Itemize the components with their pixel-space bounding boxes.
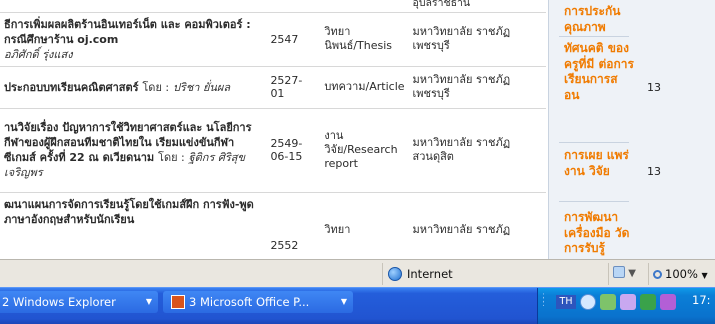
result-author[interactable]: อภิศักดิ์ รุ่งแสง [4, 48, 73, 61]
result-year: 2552 [266, 192, 321, 259]
monitor-icon[interactable] [660, 294, 676, 310]
result-author[interactable]: ปริชา ยั่นผล [173, 81, 230, 94]
powerpoint-icon [171, 295, 185, 309]
globe-icon [388, 267, 402, 281]
show-hidden-icons-icon[interactable] [580, 294, 596, 310]
status-divider [608, 263, 609, 285]
table-row: านวิจัยเรื่อง ปัญหาการใช้วิทยาศาสตร์และ … [0, 108, 546, 193]
zoom-icon [653, 270, 662, 279]
status-divider [648, 263, 649, 285]
network-icon[interactable] [600, 294, 616, 310]
result-university: อุบลราชธานี [408, 0, 546, 13]
result-by-label: โดย : [142, 80, 170, 94]
result-title-link[interactable]: ธีการเพิ่มผลผลิตร้านอินเทอร์เน็ต และ คอม… [4, 18, 251, 46]
facet-divider [559, 201, 629, 202]
result-year [266, 0, 321, 13]
result-title-cell: านวิจัยเรื่อง ปัญหาการใช้วิทยาศาสตร์และ … [0, 108, 267, 193]
result-year: 2547 [266, 12, 321, 67]
zoom-control[interactable]: 100% ▼ [653, 263, 715, 285]
keyword-facet-panel: การประกัน คุณภาพ ทัศนคติ ของครูที่มี ต่อ… [548, 0, 715, 259]
result-year: 2527-01 [266, 66, 321, 109]
result-university: มหาวิทยาลัย ราชภัฏ [408, 192, 546, 259]
facet-item-count: 13 [647, 81, 661, 94]
chevron-down-icon: ▼ [340, 297, 347, 306]
taskbar-button-label: 3 Microsoft Office P... [189, 295, 310, 309]
result-type: งาน วิจัย/Research report [320, 108, 409, 193]
security-zone[interactable]: Internet [388, 263, 548, 285]
result-university: มหาวิทยาลัย ราชภัฏสวนดุสิต [408, 108, 546, 193]
result-type [320, 0, 409, 13]
result-university: มหาวิทยาลัย ราชภัฏเพชรบุรี [408, 66, 546, 109]
result-by-label: โดย : [158, 151, 185, 164]
security-icon[interactable] [640, 294, 656, 310]
result-title[interactable] [0, 0, 267, 13]
taskbar-button-explorer[interactable]: 2 Windows Explorer ▼ [0, 291, 158, 313]
table-row: อุบลราชธานี [0, 0, 546, 13]
volume-icon[interactable] [620, 294, 636, 310]
result-type: วิทยา นิพนธ์/Thesis [320, 12, 409, 67]
facet-divider [559, 142, 629, 143]
zoom-label: 100% [665, 267, 698, 281]
result-title-cell: ฒนาแผนการจัดการเรียนรู้โดยใช้เกมส์ฝึก กา… [0, 192, 267, 259]
status-divider [382, 263, 383, 285]
table-row: ธีการเพิ่มผลผลิตร้านอินเทอร์เน็ต และ คอม… [0, 12, 546, 67]
facet-item-count: 13 [647, 165, 661, 178]
results-table: อุบลราชธานี ธีการเพิ่มผลผลิตร้านอินเทอร์… [0, 0, 546, 259]
chevron-down-icon: ▼ [628, 268, 636, 279]
result-year: 2549-06-15 [266, 108, 321, 193]
chevron-down-icon: ▼ [145, 297, 152, 306]
result-title-link[interactable]: ฒนาแผนการจัดการเรียนรู้โดยใช้เกมส์ฝึก กา… [4, 198, 254, 226]
taskbar: 2 Windows Explorer ▼ 3 Microsoft Office … [0, 287, 715, 324]
ie-window: อุบลราชธานี ธีการเพิ่มผลผลิตร้านอินเทอร์… [0, 0, 715, 324]
result-university: มหาวิทยาลัย ราชภัฏเพชรบุรี [408, 12, 546, 67]
protected-mode-icon [613, 266, 625, 278]
facet-item-label[interactable]: การประกัน คุณภาพ [564, 4, 636, 35]
result-title-cell: ประกอบบทเรียนคณิตศาสตร์ โดย : ปริชา ยั่น… [0, 66, 267, 109]
status-bar: Internet ▼ 100% ▼ [0, 259, 715, 287]
security-zone-label: Internet [407, 267, 453, 281]
result-title-cell: ธีการเพิ่มผลผลิตร้านอินเทอร์เน็ต และ คอม… [0, 12, 267, 67]
facet-item-label[interactable]: การพัฒนา เครื่องมือ วัดการรับรู้ [564, 210, 636, 257]
chevron-down-icon: ▼ [701, 271, 708, 280]
facet-divider [559, 36, 629, 37]
system-tray: ::: TH 17: [537, 288, 715, 324]
tray-grip: ::: [542, 291, 546, 309]
result-type: บทความ/Article [320, 66, 409, 109]
clock[interactable]: 17: [692, 293, 711, 307]
facet-item-label[interactable]: การเผย แพร่งาน วิจัย [564, 148, 636, 179]
result-type: วิทยา [320, 192, 409, 259]
taskbar-button-label: 2 Windows Explorer [2, 295, 116, 309]
facet-item-label[interactable]: ทัศนคติ ของครูที่มี ต่อการ เรียนการส อน [564, 41, 636, 103]
result-title-link[interactable]: ประกอบบทเรียนคณิตศาสตร์ [4, 81, 139, 94]
taskbar-button-office[interactable]: 3 Microsoft Office P... ▼ [163, 291, 353, 313]
table-row: ฒนาแผนการจัดการเรียนรู้โดยใช้เกมส์ฝึก กา… [0, 192, 546, 259]
table-row: ประกอบบทเรียนคณิตศาสตร์ โดย : ปริชา ยั่น… [0, 66, 546, 109]
language-indicator[interactable]: TH [556, 295, 576, 309]
protected-mode-button[interactable]: ▼ [613, 265, 647, 283]
